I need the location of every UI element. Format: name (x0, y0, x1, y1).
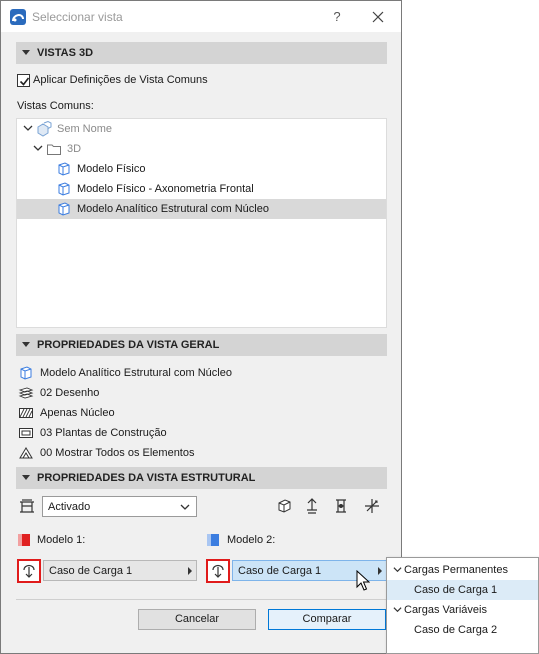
tree-item-label: Sem Nome (57, 123, 113, 135)
close-icon (372, 11, 384, 23)
section-header-vistas-3d[interactable]: VISTAS 3D (16, 42, 387, 64)
menu-group-cargas-variaveis[interactable]: Cargas Variáveis (387, 600, 538, 620)
prop-label: Modelo Analítico Estrutural com Núcleo (40, 367, 232, 379)
menu-item-label: Caso de Carga 2 (414, 624, 498, 636)
view-cube-icon (20, 366, 32, 380)
mouse-cursor-icon (356, 570, 370, 591)
chevron-down-icon[interactable] (23, 123, 33, 133)
cancel-button[interactable]: Cancelar (138, 609, 256, 630)
compare-button[interactable]: Comparar (268, 609, 386, 630)
separator (16, 599, 387, 600)
model-1-load-case-button[interactable] (17, 559, 41, 583)
load-case-icon (212, 564, 224, 578)
window-title: Seleccionar vista (32, 10, 123, 24)
structural-display-icon (20, 499, 34, 513)
apply-defaults-label: Aplicar Definições de Vista Comuns (33, 74, 208, 86)
load-case-icon (23, 564, 35, 578)
tree-item-label: 3D (67, 143, 82, 155)
load-icon[interactable] (332, 497, 350, 515)
prop-label: 02 Desenho (40, 387, 100, 399)
tree-item-modelo-analitico[interactable]: Modelo Analítico Estrutural com Núcleo (17, 199, 386, 219)
structural-display-select[interactable]: Activado (42, 496, 197, 517)
model-1-color-swatch (18, 534, 30, 546)
menu-group-label: Cargas Variáveis (404, 604, 487, 616)
folder-icon (47, 144, 61, 155)
view-cube-icon (58, 202, 70, 216)
chevron-down-icon (393, 607, 402, 613)
view-cube-icon (58, 162, 70, 176)
menu-group-cargas-permanentes[interactable]: Cargas Permanentes (387, 560, 538, 580)
chevron-down-icon (180, 504, 190, 510)
collapse-triangle-icon (22, 475, 30, 480)
help-button[interactable]: ? (327, 7, 347, 27)
model-2-load-case-value: Caso de Carga 1 (238, 565, 322, 577)
structural-display-value: Activado (48, 501, 91, 513)
tree-item-modelo-fisico[interactable]: Modelo Físico (17, 159, 386, 179)
chevron-down-icon (393, 567, 402, 573)
views-tree: Sem Nome 3D Modelo Físico Modelo Físico … (16, 118, 387, 328)
model-filter-icon (19, 447, 33, 459)
model-2-load-case-button[interactable] (206, 559, 230, 583)
menu-group-label: Cargas Permanentes (404, 564, 508, 576)
tree-item-label: Modelo Físico - Axonometria Frontal (77, 183, 254, 195)
chevron-down-icon[interactable] (33, 143, 43, 153)
select-view-dialog: Seleccionar vista ? VISTAS 3D Aplicar De… (0, 0, 402, 654)
chevron-right-icon (188, 567, 192, 575)
tree-item-3d[interactable]: 3D (17, 139, 386, 159)
archicad-app-icon (10, 9, 26, 25)
collapse-triangle-icon (22, 342, 30, 347)
section-header-structural[interactable]: PROPRIEDADES DA VISTA ESTRUTURAL (16, 467, 387, 489)
apply-defaults-checkbox[interactable] (17, 74, 30, 87)
menu-item-caso-de-carga-1[interactable]: Caso de Carga 1 (387, 580, 538, 600)
checkmark-icon (19, 77, 30, 86)
model-1-label: Modelo 1: (37, 534, 86, 546)
tree-item-label: Modelo Físico (77, 163, 146, 175)
section-header-overview[interactable]: PROPRIEDADES DA VISTA GERAL (16, 334, 387, 356)
axes-icon[interactable] (363, 497, 381, 515)
common-views-label: Vistas Comuns: (17, 100, 94, 112)
support-icon[interactable] (303, 497, 321, 515)
section-title: VISTAS 3D (37, 47, 94, 59)
menu-item-label: Caso de Carga 1 (414, 584, 498, 596)
model-1-load-case-field[interactable]: Caso de Carga 1 (43, 560, 197, 581)
title-bar: Seleccionar vista ? (1, 1, 401, 32)
section-title: PROPRIEDADES DA VISTA GERAL (37, 339, 220, 351)
prop-label: 00 Mostrar Todos os Elementos (40, 447, 195, 459)
tree-item-modelo-fisico-axonometria[interactable]: Modelo Físico - Axonometria Frontal (17, 179, 386, 199)
model-2-color-swatch (207, 534, 219, 546)
structural-member-icon[interactable] (275, 497, 293, 515)
menu-item-caso-de-carga-2[interactable]: Caso de Carga 2 (387, 620, 538, 640)
hatch-icon (19, 408, 33, 418)
prop-label: Apenas Núcleo (40, 407, 115, 419)
close-button[interactable] (367, 6, 389, 28)
tree-item-sem-nome[interactable]: Sem Nome (17, 119, 386, 139)
chevron-right-icon (378, 567, 382, 575)
prop-label: 03 Plantas de Construção (40, 427, 167, 439)
pen-set-icon (19, 428, 33, 438)
layers-icon (18, 387, 34, 399)
section-title: PROPRIEDADES DA VISTA ESTRUTURAL (37, 472, 256, 484)
view-cube-icon (58, 182, 70, 196)
project-views-icon (37, 121, 52, 137)
model-1-load-case-value: Caso de Carga 1 (49, 565, 133, 577)
load-case-menu: Cargas Permanentes Caso de Carga 1 Carga… (386, 557, 539, 654)
model-2-label: Modelo 2: (227, 534, 276, 546)
tree-item-label: Modelo Analítico Estrutural com Núcleo (77, 203, 269, 215)
collapse-triangle-icon (22, 50, 30, 55)
